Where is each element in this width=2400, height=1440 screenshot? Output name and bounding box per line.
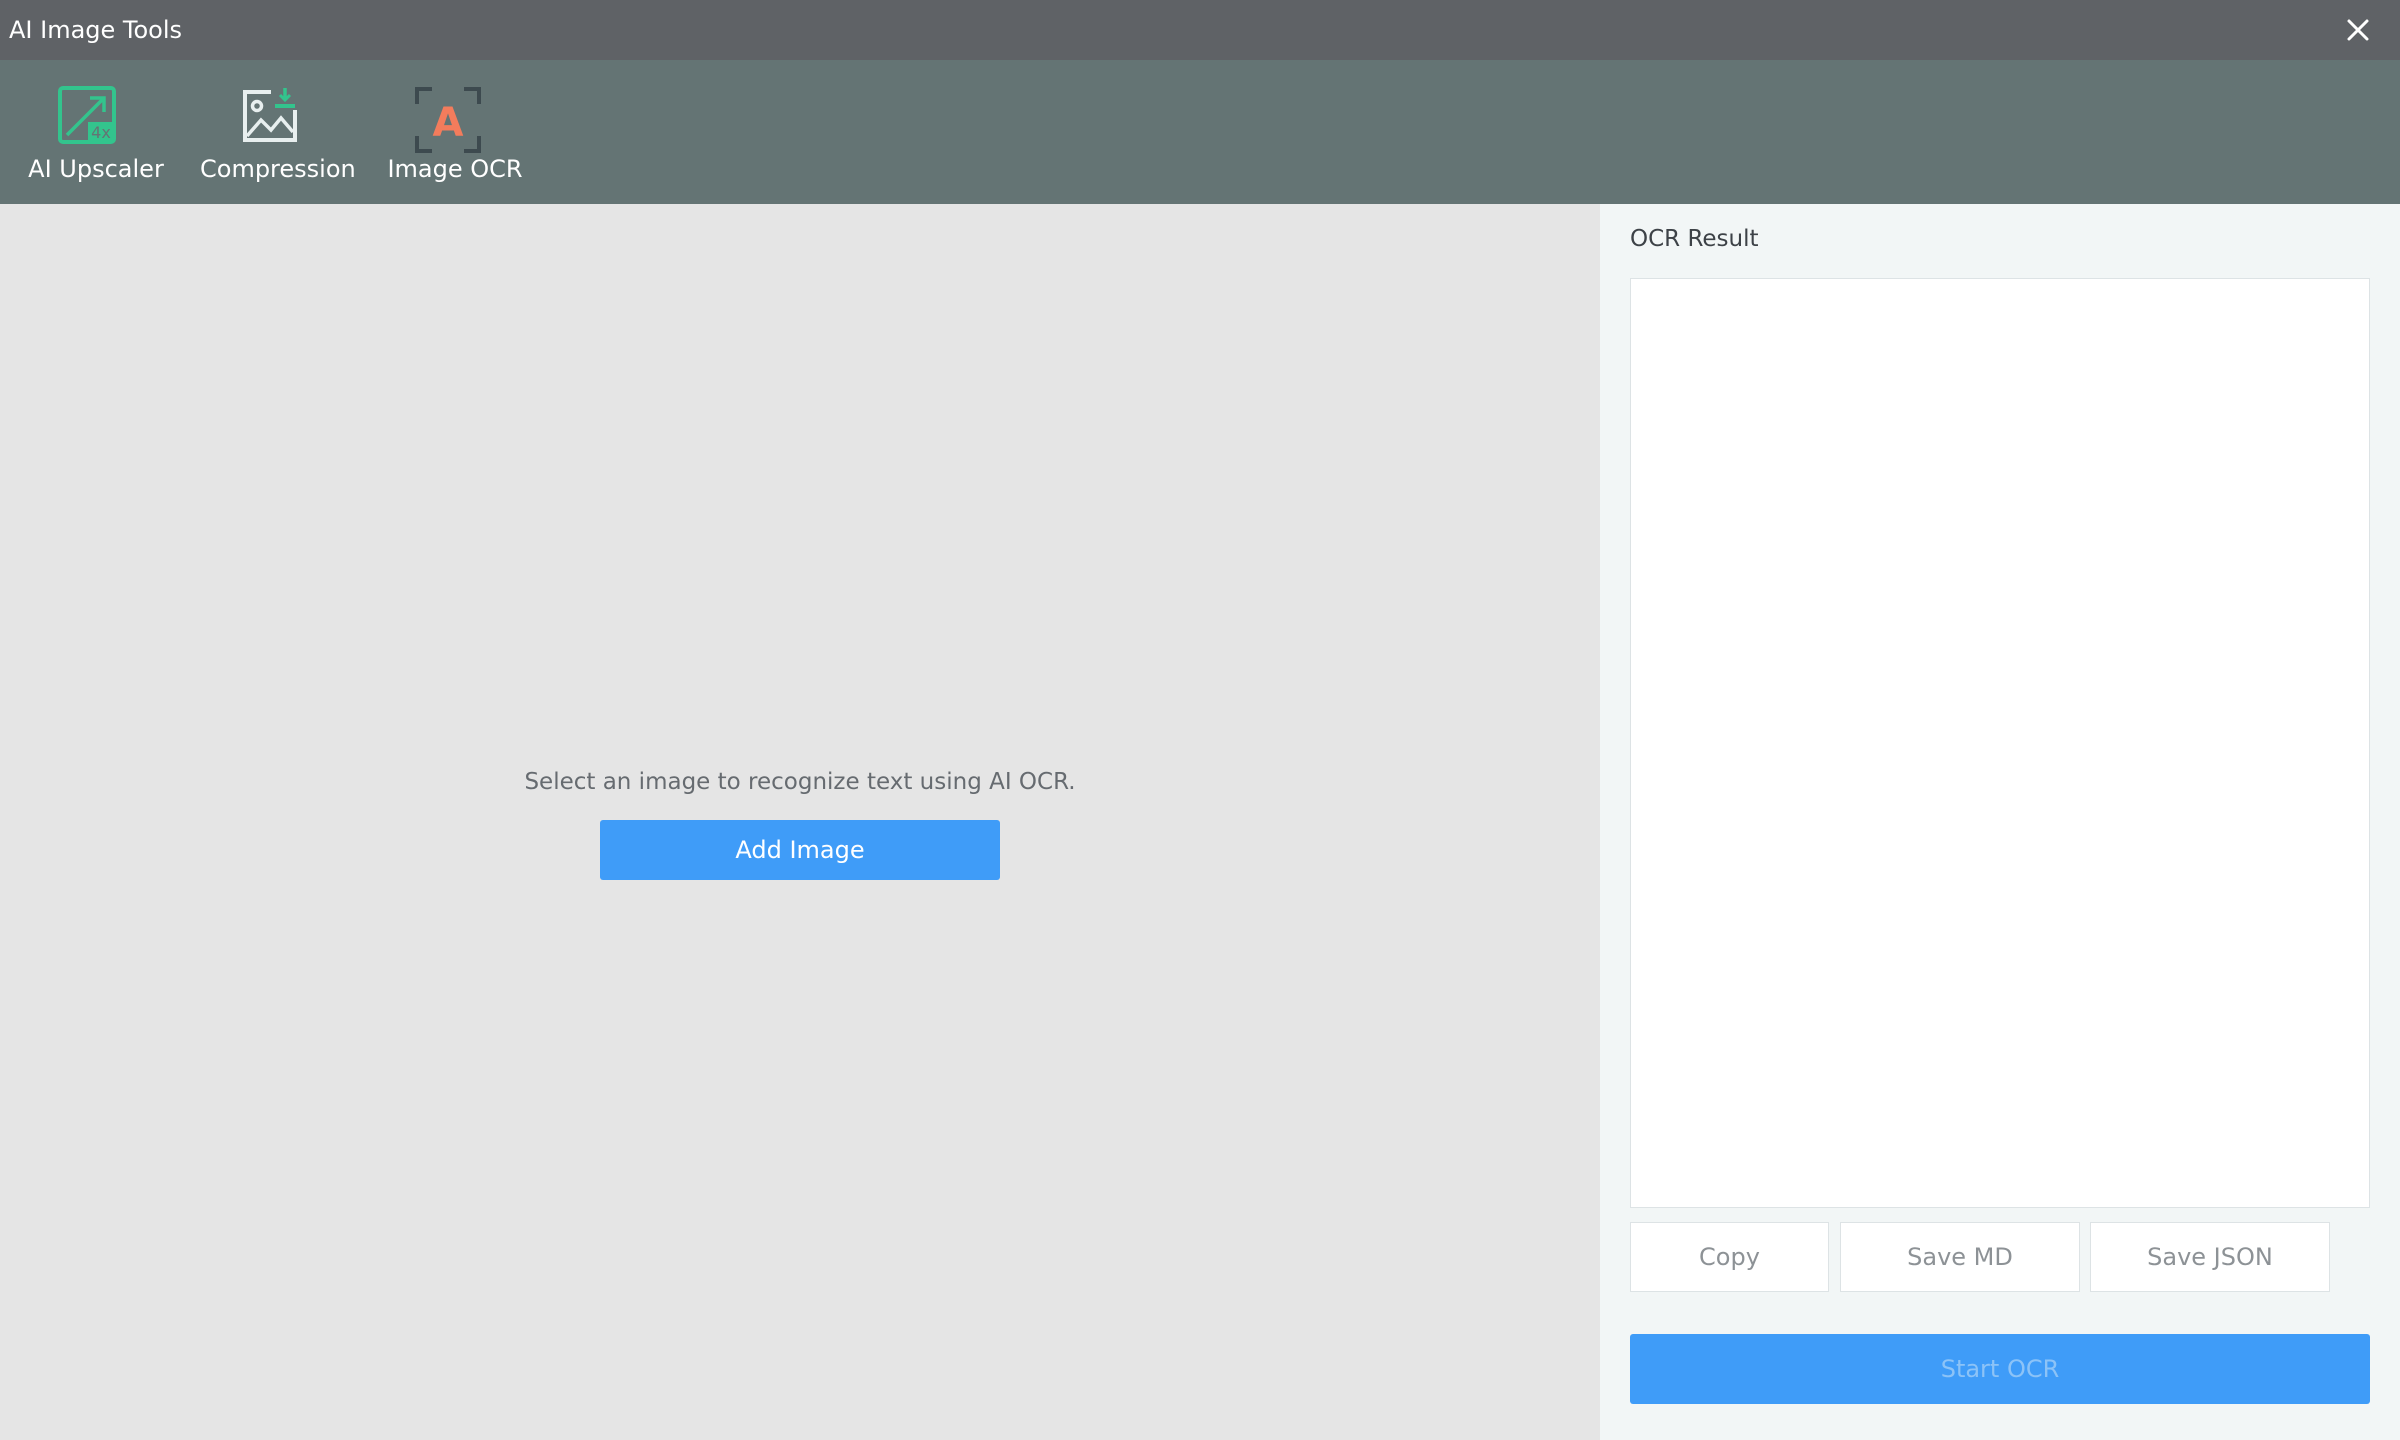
ocr-result-textbox[interactable] [1630, 278, 2370, 1208]
tool-ai-upscaler-label: AI Upscaler [28, 155, 164, 183]
save-md-button[interactable]: Save MD [1840, 1222, 2080, 1292]
toolbar: 4x AI Upscaler Compression A Image OCR [0, 60, 2400, 204]
title-bar: AI Image Tools [0, 0, 2400, 60]
upscale-4x-icon: 4x [58, 86, 116, 148]
upscale-icon-text: 4x [91, 123, 111, 142]
copy-button[interactable]: Copy [1630, 1222, 1829, 1292]
window-title: AI Image Tools [9, 16, 183, 44]
close-icon[interactable] [2346, 18, 2370, 42]
tool-image-ocr[interactable]: A Image OCR [380, 60, 530, 204]
text-scan-icon: A [414, 86, 482, 158]
tool-compression-label: Compression [200, 155, 356, 183]
save-json-button[interactable]: Save JSON [2090, 1222, 2330, 1292]
empty-state-hint: Select an image to recognize text using … [524, 769, 1076, 795]
image-compress-icon [241, 86, 299, 148]
tool-compression[interactable]: Compression [200, 60, 356, 204]
image-drop-area[interactable]: Select an image to recognize text using … [0, 204, 1600, 1440]
add-image-button[interactable]: Add Image [600, 820, 1000, 880]
ocr-result-panel: OCR Result Copy Save MD Save JSON Start … [1600, 204, 2400, 1440]
tool-image-ocr-label: Image OCR [387, 155, 523, 183]
ocr-result-heading: OCR Result [1630, 226, 1759, 252]
tool-ai-upscaler[interactable]: 4x AI Upscaler [20, 60, 172, 204]
start-ocr-button[interactable]: Start OCR [1630, 1334, 2370, 1404]
ocr-icon-letter: A [433, 100, 464, 146]
